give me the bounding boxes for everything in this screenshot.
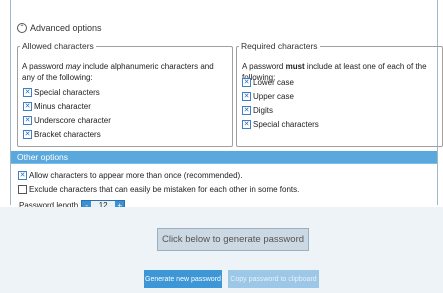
allowed-item-label: Bracket characters xyxy=(34,130,101,139)
checkbox-checked[interactable]: ✕ xyxy=(23,116,32,125)
advanced-options-label: Advanced options xyxy=(30,23,102,33)
required-item-lower[interactable]: ✕ Lower case xyxy=(242,78,294,87)
checkbox-checked[interactable]: ✕ xyxy=(23,102,32,111)
required-item-digits[interactable]: ✕ Digits xyxy=(242,106,273,115)
required-item-label: Lower case xyxy=(253,78,294,87)
required-item-label: Digits xyxy=(253,106,274,115)
option-exclude-ambiguous[interactable]: Exclude characters that can easily be mi… xyxy=(18,185,299,194)
checkbox-checked[interactable]: ✕ xyxy=(242,78,251,87)
option-label: Allow characters to appear more than onc… xyxy=(29,171,243,180)
allowed-item-bracket[interactable]: ✕ Bracket characters xyxy=(23,130,101,139)
checkbox-checked[interactable]: ✕ xyxy=(23,130,32,139)
allowed-item-special[interactable]: ✕ Special characters xyxy=(23,88,100,97)
allowed-item-label: Underscore character xyxy=(34,116,111,125)
advanced-options-toggle[interactable]: ⌃ Advanced options xyxy=(17,23,102,33)
required-item-upper[interactable]: ✕ Upper case xyxy=(242,92,294,101)
allowed-item-minus[interactable]: ✕ Minus character xyxy=(23,102,91,111)
generated-password-display: Click below to generate password xyxy=(157,228,309,251)
generate-password-button[interactable]: Generate new password xyxy=(144,270,222,288)
allowed-item-underscore[interactable]: ✕ Underscore character xyxy=(23,116,111,125)
circle-up-icon: ⌃ xyxy=(17,23,27,33)
required-item-label: Upper case xyxy=(253,92,294,101)
checkbox-checked[interactable]: ✕ xyxy=(242,106,251,115)
allowed-item-label: Special characters xyxy=(34,88,100,97)
option-allow-repeat[interactable]: ✕ Allow characters to appear more than o… xyxy=(18,171,242,180)
checkbox-unchecked[interactable] xyxy=(18,185,27,194)
required-characters-title: Required characters xyxy=(241,41,318,51)
checkbox-checked[interactable]: ✕ xyxy=(242,92,251,101)
required-item-label: Special characters xyxy=(253,120,319,129)
other-options-title: Other options xyxy=(17,152,69,162)
checkbox-checked[interactable]: ✕ xyxy=(242,120,251,129)
panel-border-left xyxy=(10,0,11,205)
allowed-characters-title: Allowed characters xyxy=(22,41,94,51)
option-label: Exclude characters that can easily be mi… xyxy=(29,185,300,194)
checkbox-checked[interactable]: ✕ xyxy=(18,171,27,180)
required-item-special[interactable]: ✕ Special characters xyxy=(242,120,319,129)
allowed-item-label: Minus character xyxy=(34,102,91,111)
copy-password-button[interactable]: Copy password to clipboard xyxy=(228,270,319,288)
other-options-header[interactable]: Other options xyxy=(11,151,437,164)
allowed-description: A password may include alphanumeric char… xyxy=(22,62,214,82)
checkbox-checked[interactable]: ✕ xyxy=(23,88,32,97)
